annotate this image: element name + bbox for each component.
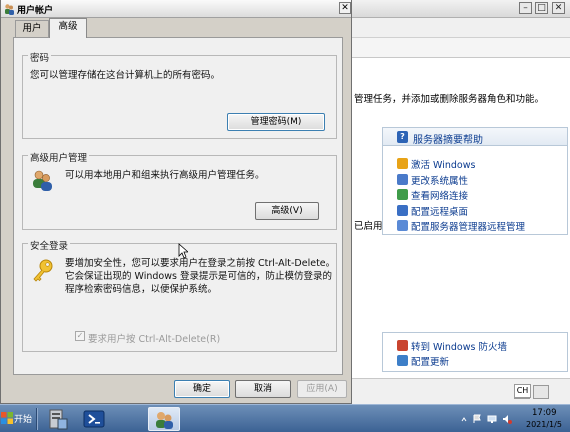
help-tasks-panel: ? 服务器摘要帮助 激活 Windows 更改系统属性 查看网络连接 配置远程桌… [382, 127, 568, 235]
action-center-flag-icon[interactable] [472, 414, 482, 424]
taskbar-user-accounts[interactable] [148, 407, 180, 431]
taskbar-server-manager[interactable] [42, 407, 74, 431]
updates-icon [397, 355, 408, 366]
advanced-group-title: 高级用户管理 [28, 150, 90, 164]
mouse-cursor-icon [178, 243, 188, 259]
user-accounts-icon [156, 412, 173, 429]
tab-users[interactable]: 用户 [15, 20, 49, 37]
task-link-configure-updates[interactable]: 配置更新 [411, 354, 449, 368]
advanced-user-management-group: 高级用户管理 可以用本地用户和组来执行高级用户管理任务。 高级(V) [22, 150, 337, 230]
tab-strip: 用户 高级 [13, 18, 343, 38]
user-accounts-dialog: 用户帐户 ✕ 用户 高级 密码 您可以管理存储在这台计算机上的所有密码。 管理密… [0, 0, 352, 404]
activate-icon [397, 158, 408, 169]
task-link-activate-windows[interactable]: 激活 Windows [411, 157, 475, 171]
apply-button[interactable]: 应用(A) [297, 380, 347, 398]
taskbar: 开始 17:09 2021/1/5 [0, 404, 570, 432]
require-ctrl-alt-delete-checkbox[interactable]: ✓ [75, 331, 85, 341]
password-group: 密码 您可以管理存储在这台计算机上的所有密码。 管理密码(M) [22, 50, 337, 139]
minimize-button[interactable]: – [519, 2, 532, 14]
start-label: 开始 [14, 415, 33, 425]
users-group-icon [33, 170, 52, 191]
taskbar-separator [36, 408, 38, 430]
start-button[interactable]: 开始 [0, 407, 34, 431]
ok-button[interactable]: 确定 [174, 380, 230, 398]
secure-logon-text-line-3: 程序检索密码信息，以便保护系统。 [65, 284, 218, 295]
secure-logon-group-title: 安全登录 [28, 238, 71, 252]
task-link-firewall[interactable]: 转到 Windows 防火墙 [411, 339, 507, 353]
task-link-remote-desktop[interactable]: 配置远程桌面 [411, 204, 468, 218]
tab-advanced[interactable]: 高级 [49, 18, 87, 38]
security-tasks-panel: 转到 Windows 防火墙 配置更新 [382, 332, 568, 372]
language-indicator[interactable]: CH [514, 384, 531, 398]
firewall-icon [397, 340, 408, 351]
network-connections-icon [397, 189, 408, 200]
tray-chevron-icon[interactable] [459, 415, 469, 425]
help-panel-header: ? 服务器摘要帮助 [383, 128, 567, 146]
advanced-group-text: 可以用本地用户和组来执行高级用户管理任务。 [65, 170, 265, 181]
password-group-title: 密码 [28, 50, 52, 64]
clock-date[interactable]: 2021/1/5 [526, 420, 562, 429]
volume-icon[interactable] [502, 414, 512, 424]
password-group-text: 您可以管理存储在这台计算机上的所有密码。 [30, 70, 221, 81]
status-text: 已启用 [354, 221, 383, 232]
system-properties-icon [397, 174, 408, 185]
remote-desktop-icon [397, 205, 408, 216]
powershell-icon [83, 410, 105, 428]
taskbar-powershell[interactable] [78, 407, 110, 431]
server-manager-icon [49, 409, 68, 430]
task-link-system-properties[interactable]: 更改系统属性 [411, 173, 468, 187]
help-book-icon: ? [397, 131, 408, 143]
close-button[interactable]: ✕ [552, 2, 565, 14]
close-icon[interactable]: ✕ [339, 2, 351, 14]
task-link-remote-management[interactable]: 配置服务器管理器远程管理 [411, 219, 525, 233]
secure-logon-text-line-1: 要增加安全性，您可以要求用户在登录之前按 Ctrl-Alt-Delete。 [65, 258, 336, 269]
server-summary-description: 管理任务，并添加或删除服务器角色和功能。 [354, 94, 545, 105]
windows-logo-icon [1, 412, 13, 424]
task-link-network-connections[interactable]: 查看网络连接 [411, 188, 468, 202]
dialog-title: 用户帐户 [17, 6, 54, 16]
require-ctrl-alt-delete-label: 要求用户按 Ctrl-Alt-Delete(R) [88, 334, 221, 345]
remote-management-icon [397, 220, 408, 231]
content-header-band [352, 38, 570, 58]
cancel-button[interactable]: 取消 [235, 380, 291, 398]
advanced-tab-panel: 密码 您可以管理存储在这台计算机上的所有密码。 管理密码(M) 高级用户管理 可… [13, 37, 343, 375]
clock-time[interactable]: 17:09 [532, 408, 557, 418]
user-accounts-icon [5, 4, 14, 15]
dialog-titlebar[interactable]: 用户帐户 ✕ [1, 0, 351, 18]
server-manager-footer [352, 378, 570, 404]
secure-logon-text-line-2: 它会保证出现的 Windows 登录提示是可信的，防止模仿登录的 [65, 271, 332, 282]
maximize-button[interactable]: □ [535, 2, 548, 14]
system-tray: 17:09 2021/1/5 [456, 405, 570, 432]
key-icon [33, 259, 53, 282]
manage-passwords-button[interactable]: 管理密码(M) [227, 113, 325, 131]
advanced-button[interactable]: 高级(V) [255, 202, 319, 220]
network-icon[interactable] [487, 414, 497, 424]
help-link[interactable]: 服务器摘要帮助 [413, 131, 483, 146]
help-icon[interactable] [533, 385, 549, 399]
